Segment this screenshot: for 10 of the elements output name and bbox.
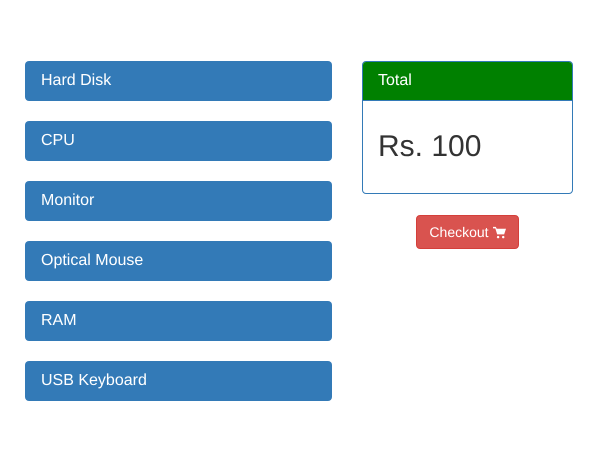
product-item[interactable]: RAM (25, 301, 332, 341)
checkout-button[interactable]: Checkout (416, 215, 519, 249)
product-item[interactable]: USB Keyboard (25, 361, 332, 401)
cart-icon (492, 226, 506, 238)
product-item[interactable]: Optical Mouse (25, 241, 332, 281)
panel-heading: Total (363, 62, 572, 101)
product-item[interactable]: Monitor (25, 181, 332, 221)
product-item[interactable]: CPU (25, 121, 332, 161)
product-item[interactable]: Hard Disk (25, 61, 332, 101)
total-amount: Rs. 100 (378, 130, 482, 164)
